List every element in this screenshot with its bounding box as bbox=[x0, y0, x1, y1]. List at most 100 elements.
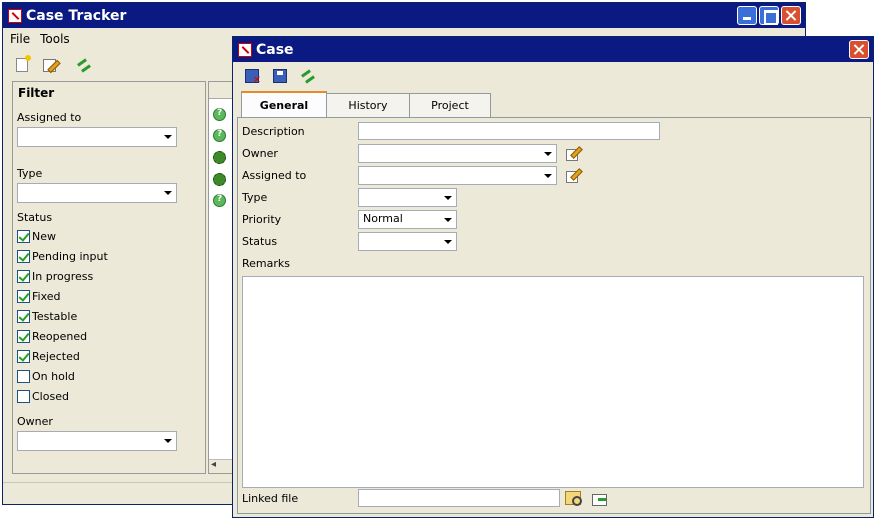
filter-title: Filter bbox=[18, 86, 55, 100]
status-checkbox-label: Pending input bbox=[32, 250, 108, 263]
status-checkbox-row[interactable]: In progress bbox=[17, 270, 93, 283]
type-label: Type bbox=[242, 191, 268, 204]
delete-icon bbox=[245, 69, 261, 86]
filter-panel: Filter Assigned to Type Status New Pendin… bbox=[12, 81, 206, 474]
question-icon[interactable] bbox=[213, 129, 226, 142]
filter-owner-label: Owner bbox=[17, 415, 53, 428]
status-checkbox[interactable] bbox=[17, 370, 30, 383]
general-tab-panel: Description Owner Assigned to Type Prior… bbox=[237, 117, 871, 514]
status-checkbox-row[interactable]: Reopened bbox=[17, 330, 87, 343]
status-checkbox[interactable] bbox=[17, 290, 30, 303]
maximize-button[interactable] bbox=[759, 6, 779, 25]
browse-file-icon[interactable] bbox=[565, 491, 582, 506]
owner-label: Owner bbox=[242, 147, 278, 160]
edit-icon bbox=[43, 59, 56, 72]
remarks-label: Remarks bbox=[242, 257, 290, 270]
chevron-down-icon bbox=[544, 174, 552, 178]
filter-type-select[interactable] bbox=[17, 183, 177, 203]
new-case-icon bbox=[16, 55, 31, 72]
linked-file-label: Linked file bbox=[242, 492, 299, 505]
filter-type-label: Type bbox=[17, 167, 43, 180]
priority-value: Normal bbox=[363, 212, 403, 225]
case-tabs: General History Project bbox=[241, 91, 491, 117]
bug-icon[interactable] bbox=[213, 173, 226, 186]
refresh-icon[interactable] bbox=[299, 67, 317, 85]
app-icon bbox=[8, 8, 22, 23]
chevron-down-icon bbox=[444, 218, 452, 222]
main-titlebar[interactable]: Case Tracker bbox=[3, 3, 805, 28]
menu-file[interactable]: File bbox=[10, 32, 30, 46]
tab-project[interactable]: Project bbox=[409, 93, 491, 117]
chevron-down-icon bbox=[164, 135, 172, 139]
status-checkbox-label: Rejected bbox=[32, 350, 80, 363]
status-checkbox-label: Closed bbox=[32, 390, 69, 403]
app-icon bbox=[238, 42, 252, 57]
open-file-icon[interactable] bbox=[592, 494, 607, 506]
filter-owner-select[interactable] bbox=[17, 431, 177, 451]
status-checkbox-row[interactable]: New bbox=[17, 230, 56, 243]
question-icon[interactable] bbox=[213, 108, 226, 121]
remarks-textarea[interactable] bbox=[242, 276, 864, 488]
menubar: File Tools bbox=[3, 29, 70, 49]
minimize-button[interactable] bbox=[737, 6, 757, 25]
status-checkbox-label: Reopened bbox=[32, 330, 88, 343]
tab-general[interactable]: General bbox=[241, 91, 327, 117]
refresh-icon[interactable] bbox=[75, 56, 93, 74]
status-checkbox[interactable] bbox=[17, 250, 30, 263]
case-window-title: Case bbox=[256, 41, 294, 58]
case-toolbar bbox=[243, 67, 317, 86]
main-window-title: Case Tracker bbox=[26, 7, 127, 24]
status-checkbox[interactable] bbox=[17, 230, 30, 243]
status-checkbox-label: In progress bbox=[32, 270, 94, 283]
save-icon bbox=[273, 69, 287, 83]
main-toolbar bbox=[13, 55, 93, 74]
chevron-down-icon bbox=[444, 240, 452, 244]
status-checkbox-row[interactable]: Pending input bbox=[17, 250, 108, 263]
case-titlebar[interactable]: Case bbox=[233, 37, 873, 62]
assigned-to-select[interactable] bbox=[358, 166, 557, 185]
status-checkbox-row[interactable]: Rejected bbox=[17, 350, 80, 363]
save-case-button[interactable] bbox=[271, 67, 289, 85]
status-checkbox-label: Testable bbox=[32, 310, 78, 323]
chevron-down-icon bbox=[444, 196, 452, 200]
priority-label: Priority bbox=[242, 213, 282, 226]
new-case-button[interactable] bbox=[13, 55, 31, 74]
owner-select[interactable] bbox=[358, 144, 557, 163]
status-checkbox[interactable] bbox=[17, 350, 30, 363]
status-checkbox[interactable] bbox=[17, 330, 30, 343]
filter-assigned-to-select[interactable] bbox=[17, 127, 177, 147]
filter-assigned-to-label: Assigned to bbox=[17, 111, 82, 124]
priority-select[interactable]: Normal bbox=[358, 210, 457, 229]
delete-case-button[interactable] bbox=[243, 67, 261, 86]
close-button[interactable] bbox=[781, 6, 801, 25]
status-checkbox[interactable] bbox=[17, 270, 30, 283]
bug-icon[interactable] bbox=[213, 151, 226, 164]
status-checkbox[interactable] bbox=[17, 310, 30, 323]
edit-case-button[interactable] bbox=[41, 56, 59, 74]
menu-tools[interactable]: Tools bbox=[40, 32, 70, 46]
status-select[interactable] bbox=[358, 232, 457, 251]
description-label: Description bbox=[242, 125, 305, 138]
assigned-to-label: Assigned to bbox=[242, 169, 307, 182]
filter-status-label: Status bbox=[17, 211, 53, 224]
status-label: Status bbox=[242, 235, 278, 248]
description-field[interactable] bbox=[358, 122, 660, 140]
question-icon[interactable] bbox=[213, 194, 226, 207]
chevron-down-icon bbox=[544, 152, 552, 156]
type-select[interactable] bbox=[358, 188, 457, 207]
edit-owner-icon[interactable] bbox=[566, 146, 580, 161]
linked-file-field[interactable] bbox=[358, 489, 560, 507]
status-checkbox-label: Fixed bbox=[32, 290, 61, 303]
case-close-button[interactable] bbox=[849, 40, 869, 59]
status-checkbox[interactable] bbox=[17, 390, 30, 403]
case-window: Case General History Project Description… bbox=[232, 36, 874, 518]
status-checkbox-row[interactable]: Fixed bbox=[17, 290, 61, 303]
chevron-down-icon bbox=[164, 191, 172, 195]
edit-assigned-to-icon[interactable] bbox=[566, 168, 580, 183]
tab-history[interactable]: History bbox=[326, 93, 410, 117]
status-checkbox-label: On hold bbox=[32, 370, 75, 383]
status-checkbox-row[interactable]: Closed bbox=[17, 390, 69, 403]
status-checkbox-row[interactable]: On hold bbox=[17, 370, 75, 383]
status-checkbox-row[interactable]: Testable bbox=[17, 310, 77, 323]
chevron-down-icon bbox=[164, 439, 172, 443]
